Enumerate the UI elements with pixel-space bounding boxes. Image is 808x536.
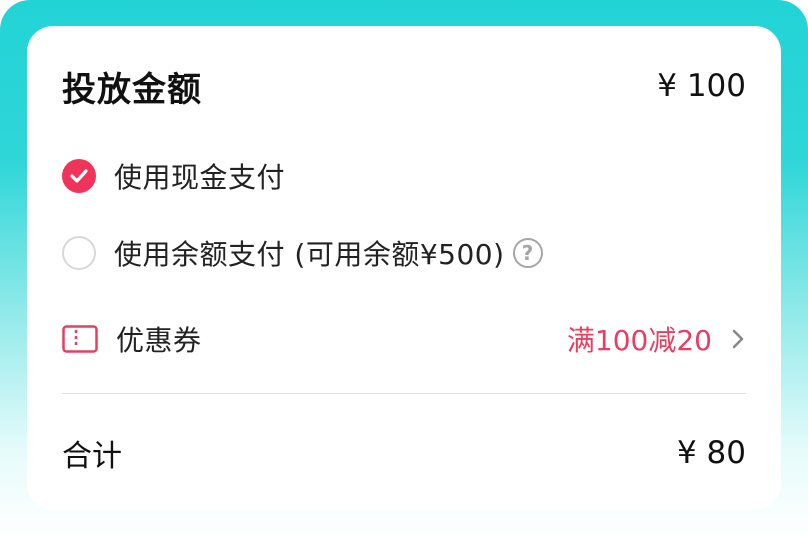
divider xyxy=(62,393,746,394)
payment-card: 投放金额 ¥ 100 使用现金支付 使用余额支付 (可用余额¥500) ? 优惠… xyxy=(27,26,781,510)
page-title: 投放金额 xyxy=(62,69,202,110)
payment-option-label: 使用现金支付 xyxy=(114,161,286,194)
payment-option-cash[interactable]: 使用现金支付 xyxy=(62,157,746,195)
radio-checked-icon[interactable] xyxy=(62,159,96,193)
coupon-row[interactable]: 优惠券 满100减20 xyxy=(62,320,746,358)
ad-amount: ¥ 100 xyxy=(657,68,746,104)
payment-option-label: 使用余额支付 (可用余额¥500) xyxy=(114,238,505,271)
coupon-label: 优惠券 xyxy=(116,324,202,357)
question-circle-icon[interactable]: ? xyxy=(512,238,543,268)
payment-option-balance[interactable]: 使用余额支付 (可用余额¥500) ? xyxy=(62,234,746,272)
total-value: ¥ 80 xyxy=(676,435,746,471)
radio-unchecked-icon[interactable] xyxy=(62,236,96,270)
coupon-value: 满100减20 xyxy=(566,324,712,357)
chevron-right-icon[interactable] xyxy=(730,328,746,350)
total-label: 合计 xyxy=(62,439,122,474)
header-row: 投放金额 ¥ 100 xyxy=(62,64,746,110)
total-row: 合计 ¥ 80 xyxy=(62,432,746,474)
card-frame: 投放金额 ¥ 100 使用现金支付 使用余额支付 (可用余额¥500) ? 优惠… xyxy=(0,0,808,536)
coupon-ticket-icon xyxy=(62,325,98,353)
